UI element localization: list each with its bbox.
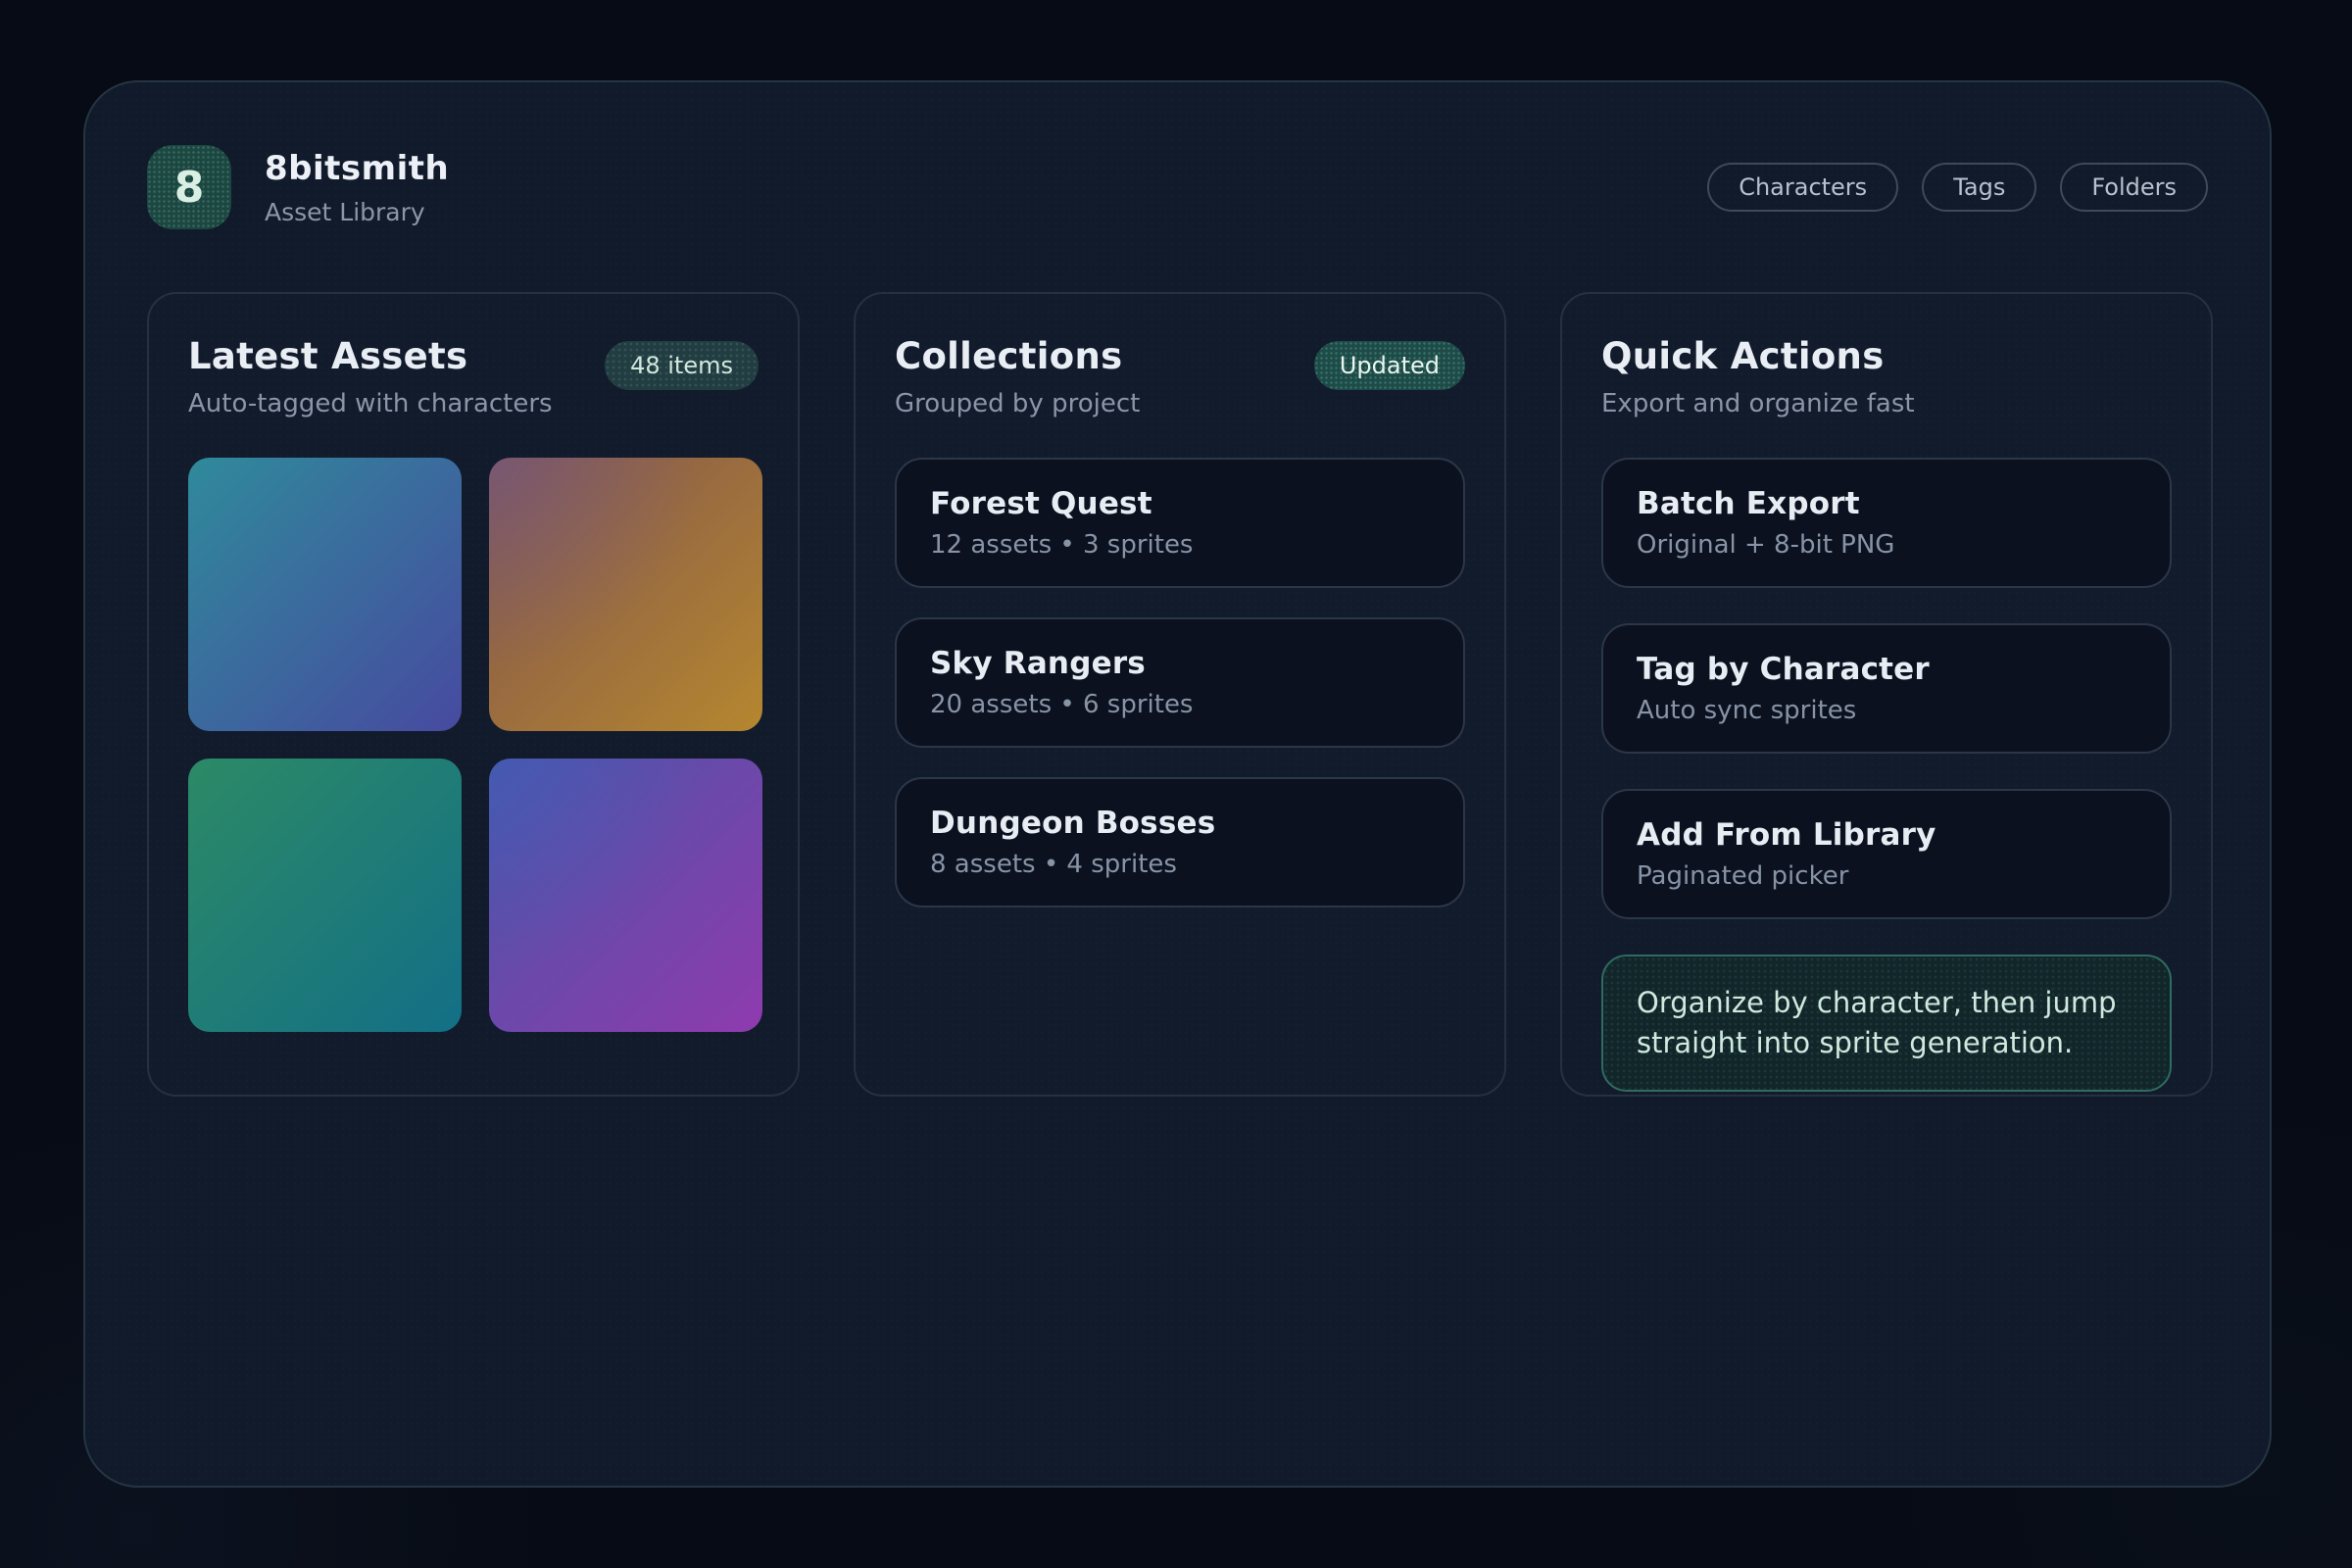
latest-assets-title: Latest Assets (188, 335, 553, 377)
workflow-tip-note: Organize by character, then jump straigh… (1601, 955, 2172, 1092)
collections-list: Forest Quest 12 assets • 3 sprites Sky R… (895, 458, 1465, 907)
nav-pill-folders[interactable]: Folders (2060, 163, 2208, 212)
cards-row: Latest Assets Auto-tagged with character… (147, 292, 2213, 1097)
action-tag-by-character[interactable]: Tag by Character Auto sync sprites (1601, 623, 2172, 754)
collections-header: Collections Grouped by project Updated (895, 335, 1465, 418)
collection-name: Dungeon Bosses (930, 806, 1430, 841)
nav-pill-tags[interactable]: Tags (1922, 163, 2036, 212)
latest-assets-header: Latest Assets Auto-tagged with character… (188, 335, 759, 418)
quick-actions-subtitle: Export and organize fast (1601, 389, 1915, 418)
collection-item-sky-rangers[interactable]: Sky Rangers 20 assets • 6 sprites (895, 617, 1465, 748)
app-identity: 8bitsmith Asset Library (265, 149, 449, 226)
app-logo-glyph: 8 (174, 163, 205, 213)
card-quick-actions: Quick Actions Export and organize fast B… (1560, 292, 2213, 1097)
collection-name: Forest Quest (930, 486, 1430, 521)
collection-item-forest-quest[interactable]: Forest Quest 12 assets • 3 sprites (895, 458, 1465, 588)
app-logo: 8 (147, 145, 231, 229)
action-title: Tag by Character (1637, 652, 2136, 687)
asset-tile[interactable] (489, 759, 762, 1032)
action-subtitle: Original + 8-bit PNG (1637, 530, 2136, 560)
collection-meta: 12 assets • 3 sprites (930, 530, 1430, 560)
header-nav: Characters Tags Folders (1707, 163, 2208, 212)
asset-tile[interactable] (188, 458, 462, 731)
card-latest-assets: Latest Assets Auto-tagged with character… (147, 292, 800, 1097)
collection-item-dungeon-bosses[interactable]: Dungeon Bosses 8 assets • 4 sprites (895, 777, 1465, 907)
action-add-from-library[interactable]: Add From Library Paginated picker (1601, 789, 2172, 919)
app-window: 8 8bitsmith Asset Library Characters Tag… (83, 80, 2272, 1488)
action-title: Add From Library (1637, 817, 2136, 853)
quick-actions-title: Quick Actions (1601, 335, 1915, 377)
latest-assets-subtitle: Auto-tagged with characters (188, 389, 553, 418)
collection-meta: 20 assets • 6 sprites (930, 690, 1430, 719)
app-title: 8bitsmith (265, 149, 449, 188)
card-collections: Collections Grouped by project Updated F… (854, 292, 1506, 1097)
action-subtitle: Auto sync sprites (1637, 696, 2136, 725)
quick-actions-header: Quick Actions Export and organize fast (1601, 335, 2172, 418)
collection-meta: 8 assets • 4 sprites (930, 850, 1430, 879)
nav-pill-characters[interactable]: Characters (1707, 163, 1898, 212)
items-count-badge: 48 items (605, 341, 759, 390)
collections-title: Collections (895, 335, 1140, 377)
app-subtitle: Asset Library (265, 198, 449, 226)
action-batch-export[interactable]: Batch Export Original + 8-bit PNG (1601, 458, 2172, 588)
updated-badge: Updated (1314, 341, 1465, 390)
collections-heading: Collections Grouped by project (895, 335, 1140, 418)
action-title: Batch Export (1637, 486, 2136, 521)
asset-tile[interactable] (489, 458, 762, 731)
page-background: 8 8bitsmith Asset Library Characters Tag… (0, 0, 2352, 1568)
latest-assets-heading: Latest Assets Auto-tagged with character… (188, 335, 553, 418)
collection-name: Sky Rangers (930, 646, 1430, 681)
quick-actions-list: Batch Export Original + 8-bit PNG Tag by… (1601, 458, 2172, 1092)
action-subtitle: Paginated picker (1637, 861, 2136, 891)
asset-tile[interactable] (188, 759, 462, 1032)
collections-subtitle: Grouped by project (895, 389, 1140, 418)
header: 8 8bitsmith Asset Library Characters Tag… (147, 143, 2208, 231)
quick-actions-heading: Quick Actions Export and organize fast (1601, 335, 1915, 418)
asset-tile-grid (188, 458, 759, 1032)
